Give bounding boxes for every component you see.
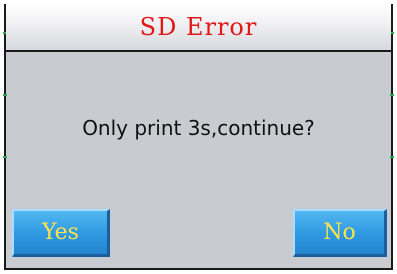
yes-button[interactable]: Yes (12, 209, 110, 257)
frame-edge-marker (390, 156, 394, 158)
no-button[interactable]: No (293, 209, 387, 257)
sd-error-dialog: SD Error Only print 3s,continue? Yes No (3, 4, 394, 270)
frame-edge-marker (3, 156, 7, 158)
frame-edge-marker (3, 94, 7, 96)
dialog-message: Only print 3s,continue? (82, 116, 315, 140)
frame-edge-marker (390, 94, 394, 96)
dialog-title: SD Error (139, 13, 258, 41)
dialog-title-bar: SD Error (6, 4, 391, 52)
